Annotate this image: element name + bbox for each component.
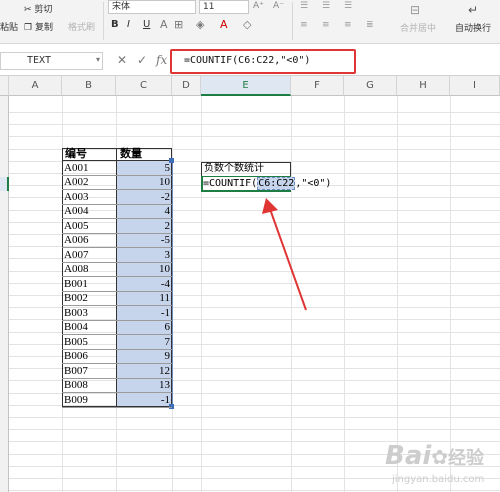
watermark-brand: Bai✿经验	[385, 441, 484, 471]
watermark-brand2-text: 经验	[448, 448, 485, 469]
paw-icon: ✿	[431, 445, 449, 469]
arrow-head	[262, 198, 278, 214]
annotation-arrow	[262, 198, 307, 311]
arrow-shaft	[269, 208, 307, 311]
spreadsheet-window: { "ribbon": { "paste_label": "粘贴", "cut_…	[0, 0, 500, 492]
watermark-brand-text: Bai	[385, 441, 432, 471]
watermark-url: jingyan.baidu.com	[392, 474, 485, 485]
